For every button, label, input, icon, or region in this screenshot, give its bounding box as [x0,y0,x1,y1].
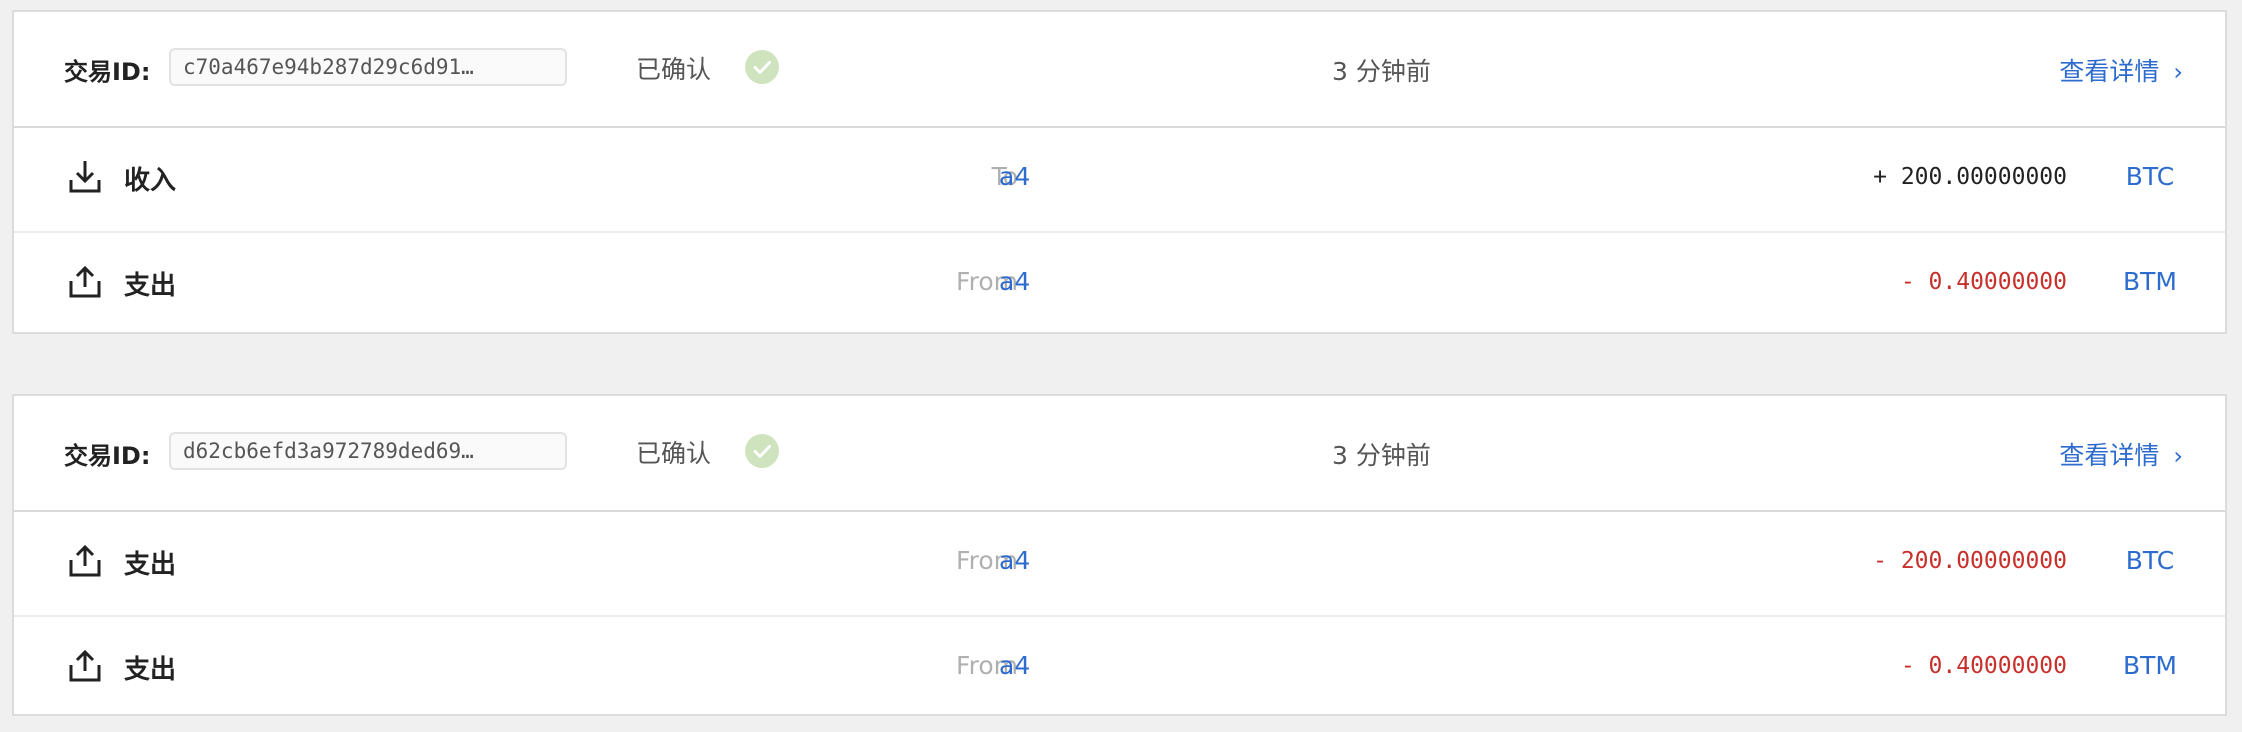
status-text: 已确认 [636,439,712,468]
upload-icon [69,649,101,682]
transaction-id-label: 交易ID: [64,442,151,470]
entry-type: 收入 [124,166,177,196]
entry-type: 支出 [124,550,177,580]
chevron-right-icon: › [2173,58,2183,86]
amount: - 0.40000000 [1900,269,2067,295]
transaction-card: 交易ID: d62cb6efd3a972789ded69… 已确认 3 分钟前 … [12,394,2227,716]
transaction-header: 交易ID: c70a467e94b287d29c6d91… 已确认 3 分钟前 … [14,12,2225,128]
time-ago: 3 分钟前 [1332,57,1431,86]
transaction-card: 交易ID: c70a467e94b287d29c6d91… 已确认 3 分钟前 … [12,10,2227,334]
transaction-id-field[interactable]: c70a467e94b287d29c6d91… [169,48,567,86]
transaction-header: 交易ID: d62cb6efd3a972789ded69… 已确认 3 分钟前 … [14,396,2225,512]
transaction-entry: 支出 From a4 - 0.40000000 BTM [14,615,2225,720]
amount: - 200.00000000 [1873,548,2067,574]
view-details-link[interactable]: 查看详情 › [2059,52,2183,88]
asset-link[interactable]: BTM [2095,651,2205,680]
chevron-right-icon: › [2173,442,2183,470]
account-link[interactable]: a4 [999,651,1030,680]
status-text: 已确认 [636,55,712,84]
download-icon [69,161,101,193]
transaction-id-field[interactable]: d62cb6efd3a972789ded69… [169,432,567,470]
time-ago: 3 分钟前 [1332,441,1431,470]
check-circle-icon [745,434,779,468]
transaction-entry: 支出 From a4 - 200.00000000 BTC [14,512,2225,615]
view-details-label: 查看详情 [2059,57,2160,86]
account-link[interactable]: a4 [999,162,1030,191]
amount: + 200.00000000 [1873,164,2067,190]
upload-icon [69,544,101,577]
account-link[interactable]: a4 [999,546,1030,575]
check-circle-icon [745,50,779,84]
asset-link[interactable]: BTC [2095,162,2205,191]
amount: - 0.40000000 [1900,653,2067,679]
upload-icon [69,265,101,298]
asset-link[interactable]: BTM [2095,267,2205,296]
transaction-id-label: 交易ID: [64,58,151,86]
view-details-link[interactable]: 查看详情 › [2059,436,2183,472]
view-details-label: 查看详情 [2059,441,2160,470]
asset-link[interactable]: BTC [2095,546,2205,575]
entry-type: 支出 [124,655,177,685]
account-link[interactable]: a4 [999,267,1030,296]
entry-type: 支出 [124,271,177,301]
transaction-entry: 收入 To a4 + 200.00000000 BTC [14,128,2225,231]
transaction-entry: 支出 From a4 - 0.40000000 BTM [14,231,2225,336]
